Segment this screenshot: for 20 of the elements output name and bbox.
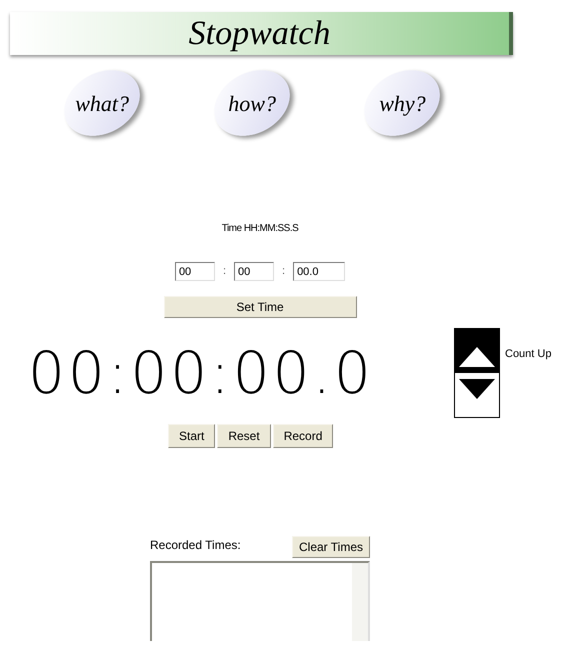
count-up-button[interactable] xyxy=(455,329,499,373)
control-button[interactable]: Reset xyxy=(217,424,271,448)
banner-title: Stopwatch xyxy=(188,14,330,54)
control-button[interactable]: Record xyxy=(272,424,334,448)
time-input[interactable]: 00.0 xyxy=(293,262,346,281)
recorded-times-label: Recorded Times: xyxy=(150,537,241,554)
scrollbar[interactable] xyxy=(352,563,368,641)
recorded-times-list[interactable] xyxy=(150,561,370,641)
direction-label: Count Up xyxy=(505,347,552,362)
set-time-button[interactable]: Set Time xyxy=(164,296,356,318)
time-separator: : xyxy=(222,264,226,280)
clear-times-button[interactable]: Clear Times xyxy=(292,536,370,558)
down-arrow-icon xyxy=(459,379,495,399)
time-format-label: Time HH:MM:SS.S xyxy=(222,222,298,236)
time-separator: : xyxy=(282,264,286,280)
up-arrow-icon xyxy=(459,347,495,367)
time-display: 00:00:00.0 xyxy=(28,338,375,409)
time-input[interactable]: 00 xyxy=(234,262,274,281)
control-button[interactable]: Start xyxy=(168,424,216,448)
time-input[interactable]: 00 xyxy=(174,262,215,281)
